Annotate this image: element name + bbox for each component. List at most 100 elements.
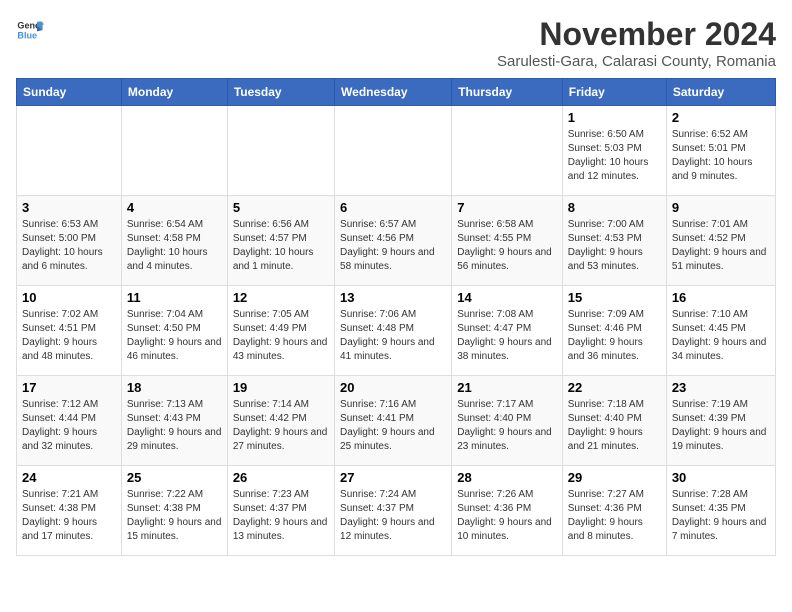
week-row-4: 17 Sunrise: 7:12 AMSunset: 4:44 PMDayligh… [17,376,776,466]
day-number: 25 [127,470,222,485]
day-info: Sunrise: 7:13 AMSunset: 4:43 PMDaylight:… [127,398,222,454]
day-info: Sunrise: 7:05 AMSunset: 4:49 PMDaylight:… [233,308,329,364]
calendar-cell: 29 Sunrise: 7:27 AMSunset: 4:36 PMDayligh… [562,466,666,556]
day-number: 18 [127,380,222,395]
title-section: November 2024 Sarulesti-Gara, Calarasi C… [497,16,776,70]
day-info: Sunrise: 7:01 AMSunset: 4:52 PMDaylight:… [672,218,770,274]
logo: General Blue [16,16,44,44]
calendar-cell: 16 Sunrise: 7:10 AMSunset: 4:45 PMDayligh… [666,286,775,376]
calendar-cell: 8 Sunrise: 7:00 AMSunset: 4:53 PMDaylight… [562,196,666,286]
day-number: 11 [127,290,222,305]
day-number: 12 [233,290,329,305]
day-info: Sunrise: 7:14 AMSunset: 4:42 PMDaylight:… [233,398,329,454]
day-number: 14 [457,290,557,305]
calendar-cell: 12 Sunrise: 7:05 AMSunset: 4:49 PMDayligh… [227,286,334,376]
day-info: Sunrise: 7:10 AMSunset: 4:45 PMDaylight:… [672,308,770,364]
day-number: 20 [340,380,446,395]
calendar-cell [452,106,563,196]
calendar-cell: 24 Sunrise: 7:21 AMSunset: 4:38 PMDayligh… [17,466,122,556]
calendar-cell [227,106,334,196]
day-number: 22 [568,380,661,395]
day-info: Sunrise: 7:24 AMSunset: 4:37 PMDaylight:… [340,488,446,544]
calendar-cell: 19Sunrise: 7:14 AMSunset: 4:42 PMDayligh… [227,376,334,466]
week-row-3: 10 Sunrise: 7:02 AMSunset: 4:51 PMDayligh… [17,286,776,376]
day-info: Sunrise: 6:52 AMSunset: 5:01 PMDaylight:… [672,128,770,184]
calendar-header-row: SundayMondayTuesdayWednesdayThursdayFrid… [17,79,776,106]
day-info: Sunrise: 7:00 AMSunset: 4:53 PMDaylight:… [568,218,661,274]
calendar-cell [335,106,452,196]
col-header-saturday: Saturday [666,79,775,106]
day-number: 8 [568,200,661,215]
day-number: 15 [568,290,661,305]
calendar-cell: 9 Sunrise: 7:01 AMSunset: 4:52 PMDaylight… [666,196,775,286]
calendar-cell: 10 Sunrise: 7:02 AMSunset: 4:51 PMDayligh… [17,286,122,376]
calendar-cell: 17 Sunrise: 7:12 AMSunset: 4:44 PMDayligh… [17,376,122,466]
calendar-cell: 20 Sunrise: 7:16 AMSunset: 4:41 PMDayligh… [335,376,452,466]
day-number: 1 [568,110,661,125]
day-number: 13 [340,290,446,305]
day-info: Sunrise: 6:58 AMSunset: 4:55 PMDaylight:… [457,218,557,274]
day-number: 24 [22,470,116,485]
week-row-1: 1 Sunrise: 6:50 AMSunset: 5:03 PMDaylight… [17,106,776,196]
day-info: Sunrise: 7:27 AMSunset: 4:36 PMDaylight:… [568,488,661,544]
day-info: Sunrise: 7:18 AMSunset: 4:40 PMDaylight:… [568,398,661,454]
day-number: 4 [127,200,222,215]
day-number: 9 [672,200,770,215]
day-info: Sunrise: 6:56 AMSunset: 4:57 PMDaylight:… [233,218,329,274]
day-info: Sunrise: 6:53 AMSunset: 5:00 PMDaylight:… [22,218,116,274]
day-info: Sunrise: 6:50 AMSunset: 5:03 PMDaylight:… [568,128,661,184]
calendar-cell: 30 Sunrise: 7:28 AMSunset: 4:35 PMDayligh… [666,466,775,556]
day-info: Sunrise: 7:22 AMSunset: 4:38 PMDaylight:… [127,488,222,544]
calendar-cell: 28 Sunrise: 7:26 AMSunset: 4:36 PMDayligh… [452,466,563,556]
day-number: 5 [233,200,329,215]
day-info: Sunrise: 7:26 AMSunset: 4:36 PMDaylight:… [457,488,557,544]
col-header-friday: Friday [562,79,666,106]
calendar-cell: 4 Sunrise: 6:54 AMSunset: 4:58 PMDaylight… [121,196,227,286]
week-row-2: 3 Sunrise: 6:53 AMSunset: 5:00 PMDaylight… [17,196,776,286]
day-number: 26 [233,470,329,485]
calendar-cell: 26Sunrise: 7:23 AMSunset: 4:37 PMDayligh… [227,466,334,556]
calendar-cell: 15 Sunrise: 7:09 AMSunset: 4:46 PMDayligh… [562,286,666,376]
calendar-cell: 7Sunrise: 6:58 AMSunset: 4:55 PMDaylight… [452,196,563,286]
day-info: Sunrise: 6:57 AMSunset: 4:56 PMDaylight:… [340,218,446,274]
day-info: Sunrise: 7:16 AMSunset: 4:41 PMDaylight:… [340,398,446,454]
calendar-cell: 27 Sunrise: 7:24 AMSunset: 4:37 PMDayligh… [335,466,452,556]
day-number: 17 [22,380,116,395]
day-number: 10 [22,290,116,305]
day-info: Sunrise: 7:21 AMSunset: 4:38 PMDaylight:… [22,488,116,544]
day-info: Sunrise: 7:28 AMSunset: 4:35 PMDaylight:… [672,488,770,544]
calendar-cell: 3 Sunrise: 6:53 AMSunset: 5:00 PMDaylight… [17,196,122,286]
day-info: Sunrise: 7:08 AMSunset: 4:47 PMDaylight:… [457,308,557,364]
day-info: Sunrise: 7:02 AMSunset: 4:51 PMDaylight:… [22,308,116,364]
calendar-cell: 23Sunrise: 7:19 AMSunset: 4:39 PMDayligh… [666,376,775,466]
calendar-cell [17,106,122,196]
day-info: Sunrise: 7:04 AMSunset: 4:50 PMDaylight:… [127,308,222,364]
day-info: Sunrise: 7:19 AMSunset: 4:39 PMDaylight:… [672,398,770,454]
day-number: 28 [457,470,557,485]
day-number: 2 [672,110,770,125]
calendar-table: SundayMondayTuesdayWednesdayThursdayFrid… [16,78,776,556]
day-info: Sunrise: 7:12 AMSunset: 4:44 PMDaylight:… [22,398,116,454]
calendar-cell: 25 Sunrise: 7:22 AMSunset: 4:38 PMDayligh… [121,466,227,556]
col-header-thursday: Thursday [452,79,563,106]
svg-text:Blue: Blue [17,30,37,40]
calendar-cell: 11 Sunrise: 7:04 AMSunset: 4:50 PMDayligh… [121,286,227,376]
day-info: Sunrise: 6:54 AMSunset: 4:58 PMDaylight:… [127,218,222,274]
day-number: 21 [457,380,557,395]
calendar-cell: 14 Sunrise: 7:08 AMSunset: 4:47 PMDayligh… [452,286,563,376]
page-header: General Blue November 2024 Sarulesti-Gar… [16,16,776,70]
day-number: 30 [672,470,770,485]
day-number: 29 [568,470,661,485]
calendar-cell: 2 Sunrise: 6:52 AMSunset: 5:01 PMDaylight… [666,106,775,196]
day-number: 3 [22,200,116,215]
day-number: 27 [340,470,446,485]
day-info: Sunrise: 7:06 AMSunset: 4:48 PMDaylight:… [340,308,446,364]
calendar-cell: 6Sunrise: 6:57 AMSunset: 4:56 PMDaylight… [335,196,452,286]
day-number: 16 [672,290,770,305]
week-row-5: 24 Sunrise: 7:21 AMSunset: 4:38 PMDayligh… [17,466,776,556]
day-info: Sunrise: 7:09 AMSunset: 4:46 PMDaylight:… [568,308,661,364]
page-subtitle: Sarulesti-Gara, Calarasi County, Romania [497,53,776,70]
calendar-cell: 1 Sunrise: 6:50 AMSunset: 5:03 PMDaylight… [562,106,666,196]
calendar-cell: 22 Sunrise: 7:18 AMSunset: 4:40 PMDayligh… [562,376,666,466]
calendar-cell: 13 Sunrise: 7:06 AMSunset: 4:48 PMDayligh… [335,286,452,376]
